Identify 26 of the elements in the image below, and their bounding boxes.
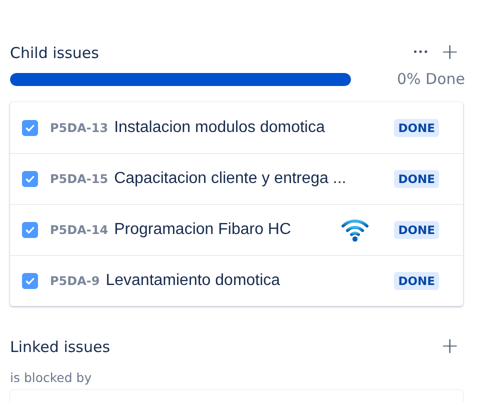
issue-key-link[interactable]: P5DA-14 bbox=[50, 223, 108, 237]
status-lozenge: DONE bbox=[394, 118, 439, 136]
add-button[interactable]: + bbox=[436, 335, 463, 359]
checkbox[interactable] bbox=[22, 273, 38, 289]
status-lozenge: DONE bbox=[394, 221, 439, 239]
more-button[interactable]: ••• bbox=[408, 48, 433, 58]
progress-reading: 0% Done bbox=[396, 70, 465, 88]
status-lozenge: DONE bbox=[394, 170, 439, 188]
issue-key-link[interactable]: P5DA-15 bbox=[50, 172, 108, 186]
check-icon bbox=[24, 173, 36, 185]
checkbox[interactable] bbox=[22, 120, 38, 136]
section-title: Linked issues bbox=[10, 338, 110, 356]
status-lozenge: DONE bbox=[394, 272, 439, 290]
check-icon bbox=[24, 275, 36, 287]
issue-summary-link[interactable]: Levantamiento domotica bbox=[106, 272, 280, 290]
issue-summary-link[interactable]: Instalacion modulos domotica bbox=[114, 118, 325, 136]
link-type-label: is blocked by bbox=[10, 370, 93, 385]
add-button[interactable]: + bbox=[436, 41, 463, 65]
issue-summary-link[interactable]: Capacitacion cliente y entrega ... bbox=[114, 170, 346, 188]
checkbox[interactable] bbox=[22, 171, 38, 187]
issue-key-link[interactable]: P5DA-13 bbox=[50, 120, 108, 134]
section-title: Child issues bbox=[10, 44, 99, 62]
issue-summary-link[interactable]: Programacion Fibaro HC bbox=[114, 221, 292, 239]
check-icon bbox=[24, 224, 36, 236]
issue-key-link[interactable]: P5DA-9 bbox=[50, 274, 100, 288]
checkbox[interactable] bbox=[22, 222, 38, 238]
